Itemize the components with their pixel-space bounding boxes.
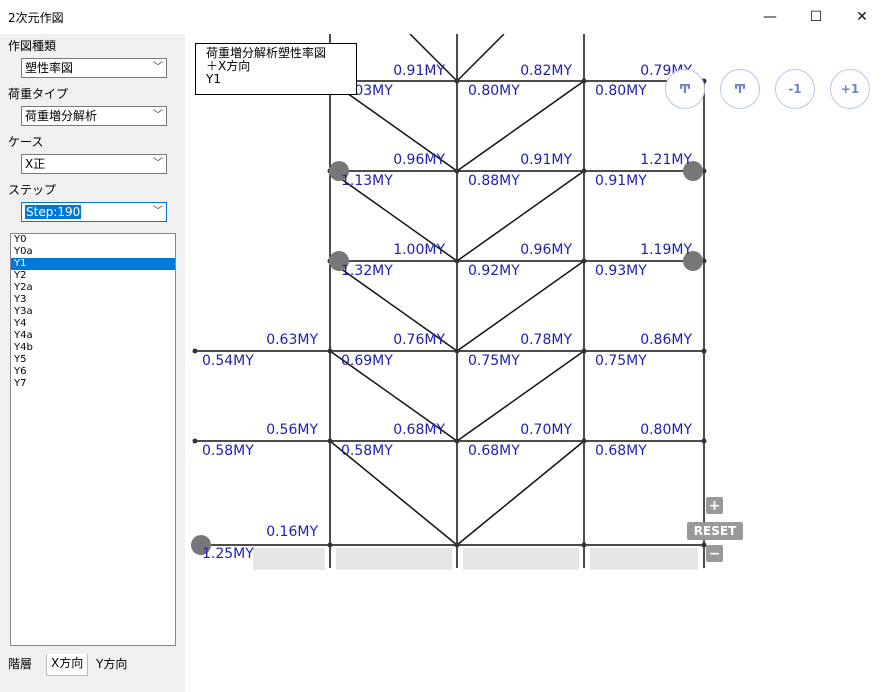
value-label: 0.86MY <box>640 332 692 348</box>
value-labels: 0.91MY 0.82MY 0.79MY 0.96MY 0.91MY 1.21MY 1.00… <box>185 34 884 692</box>
legend-direction: ＋X方向 <box>206 59 251 73</box>
step-plus-button[interactable]: +1 <box>830 69 870 109</box>
tab-1[interactable]: X方向 <box>46 654 89 676</box>
step-value: Step:190 <box>25 205 82 219</box>
maximize-button[interactable]: ☐ <box>793 0 839 34</box>
value-label: 0.70MY <box>520 422 572 438</box>
value-label: 0.68MY <box>468 443 520 459</box>
load-type-value: 荷重増分解析 <box>25 109 98 123</box>
reset-button[interactable]: RESET <box>687 522 743 540</box>
load-type-select[interactable]: 荷重増分解析 ﹀ <box>21 106 167 126</box>
tab-0[interactable]: 階層 <box>4 655 36 673</box>
drawing-type-label: 作図種類 <box>8 39 57 53</box>
drawing-type-select[interactable]: 塑性率図 ﹀ <box>21 58 167 78</box>
value-label: 0.91MY <box>595 173 647 189</box>
value-label: 0.76MY <box>393 332 445 348</box>
load-type-label: 荷重タイプ <box>8 87 69 101</box>
zoom-in-button[interactable]: + <box>706 497 723 514</box>
step-select[interactable]: Step:190 ﹀ <box>21 202 167 222</box>
value-label: 0.58MY <box>341 443 393 459</box>
value-label: 0.63MY <box>266 332 318 348</box>
value-label: 0.82MY <box>520 63 572 79</box>
chevron-down-icon: ﹀ <box>153 158 163 169</box>
value-label: 0.80MY <box>468 83 520 99</box>
step-plus-label: +1 <box>840 82 860 96</box>
text-size-down-button[interactable]: Ͳ <box>720 69 760 109</box>
list-item[interactable]: Y3 <box>11 294 175 306</box>
value-label: 0.69MY <box>341 353 393 369</box>
chevron-down-icon: ﹀ <box>153 110 163 121</box>
plus-icon: + <box>708 497 721 514</box>
list-item[interactable]: Y5 <box>11 354 175 366</box>
value-label: 1.25MY <box>202 546 254 562</box>
drawing-type-value: 塑性率図 <box>25 61 74 75</box>
value-label: 0.58MY <box>202 443 254 459</box>
minimize-button[interactable]: — <box>747 0 793 34</box>
chevron-down-icon: ﹀ <box>153 62 163 73</box>
list-item[interactable]: Y0 <box>11 234 175 246</box>
list-item[interactable]: Y4 <box>11 318 175 330</box>
close-button[interactable]: ✕ <box>839 0 884 34</box>
drawing-canvas[interactable]: 0.91MY 0.82MY 0.79MY 0.96MY 0.91MY 1.21MY 1.00… <box>185 34 884 692</box>
step-minus-button[interactable]: -1 <box>775 69 815 109</box>
tab-2[interactable]: Y方向 <box>92 655 131 673</box>
case-label: ケース <box>8 135 44 149</box>
text-size-icon: Ͳ <box>678 82 692 96</box>
chevron-down-icon: ﹀ <box>153 206 163 217</box>
text-size-icon: Ͳ <box>733 82 747 96</box>
value-label: 0.88MY <box>468 173 520 189</box>
value-label: 0.68MY <box>595 443 647 459</box>
list-item[interactable]: Y2 <box>11 270 175 282</box>
value-label: 1.13MY <box>341 173 393 189</box>
list-item[interactable]: Y1 <box>11 258 175 270</box>
value-label: 0.80MY <box>595 83 647 99</box>
value-label: 0.96MY <box>393 152 445 168</box>
title-bar: 2次元作図 — ☐ ✕ <box>0 0 884 34</box>
value-label: 0.96MY <box>520 242 572 258</box>
maximize-icon: ☐ <box>809 9 823 25</box>
value-label: 1.21MY <box>640 152 692 168</box>
control-panel: 作図種類 塑性率図 ﹀ 荷重タイプ 荷重増分解析 ﹀ ケース X正 ﹀ ステップ… <box>0 34 185 692</box>
step-minus-label: -1 <box>788 82 802 96</box>
frame-list[interactable]: Y0 Y0a Y1 Y2 Y2a Y3 Y3a Y4 Y4a Y4b Y5 Y6 Y7 <box>10 233 176 646</box>
value-label: 0.93MY <box>595 263 647 279</box>
value-label: 0.80MY <box>640 422 692 438</box>
list-item[interactable]: Y0a <box>11 246 175 258</box>
step-label: ステップ <box>8 183 57 197</box>
case-value: X正 <box>25 157 46 171</box>
value-label: 0.75MY <box>468 353 520 369</box>
value-label: 0.54MY <box>202 353 254 369</box>
legend-frame: Y1 <box>206 72 221 86</box>
case-select[interactable]: X正 ﹀ <box>21 154 167 174</box>
list-item[interactable]: Y4b <box>11 342 175 354</box>
window-title: 2次元作図 <box>8 11 64 25</box>
value-label: 0.78MY <box>520 332 572 348</box>
list-item[interactable]: Y2a <box>11 282 175 294</box>
minus-icon: − <box>708 545 721 562</box>
minimize-icon: — <box>763 9 777 25</box>
value-label: 0.92MY <box>468 263 520 279</box>
value-label: 0.56MY <box>266 422 318 438</box>
value-label: 0.91MY <box>393 63 445 79</box>
list-item[interactable]: Y4a <box>11 330 175 342</box>
close-icon: ✕ <box>856 9 868 25</box>
value-label: 0.91MY <box>520 152 572 168</box>
value-label: 1.32MY <box>341 263 393 279</box>
value-label: 1.19MY <box>640 242 692 258</box>
list-item[interactable]: Y7 <box>11 378 175 390</box>
zoom-out-button[interactable]: − <box>706 545 723 562</box>
text-size-up-button[interactable]: Ͳ <box>665 69 705 109</box>
value-label: 0.68MY <box>393 422 445 438</box>
list-item[interactable]: Y3a <box>11 306 175 318</box>
value-label: 1.00MY <box>393 242 445 258</box>
legend-box: 荷重増分解析塑性率図 ＋X方向 Y1 <box>195 43 357 95</box>
list-item[interactable]: Y6 <box>11 366 175 378</box>
value-label: 0.16MY <box>266 524 318 540</box>
value-label: 0.75MY <box>595 353 647 369</box>
